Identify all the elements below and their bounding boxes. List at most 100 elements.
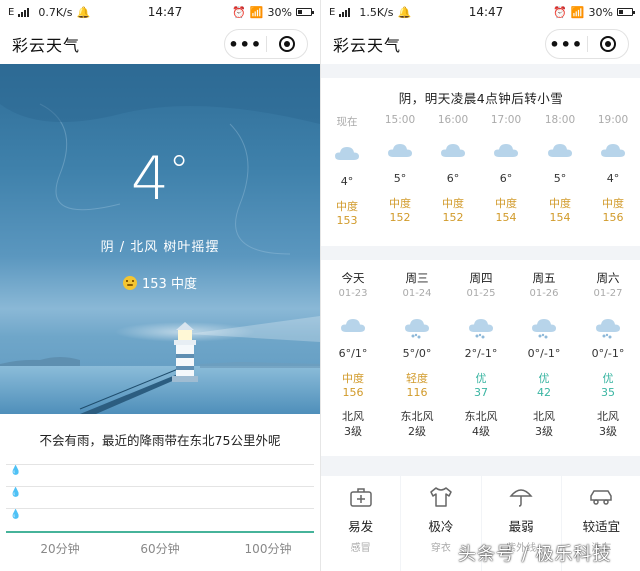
day-date: 01-25 bbox=[466, 288, 496, 299]
life-index-value: 较适宜 bbox=[582, 519, 621, 534]
hour-aqi-value: 154 bbox=[549, 211, 571, 224]
hour-aqi-value: 154 bbox=[495, 211, 517, 224]
cloud-icon bbox=[600, 142, 626, 158]
day-aqi-level: 中度 bbox=[342, 372, 364, 385]
day-aqi-level: 优 bbox=[602, 372, 614, 385]
hourly-summary: 阴，明天凌晨4点钟后转小雪 bbox=[398, 91, 564, 106]
day-wind-direction: 东北风 bbox=[464, 410, 498, 423]
daily-item[interactable]: 周六 01-27 0°/-1° 优 35 北风 3级 bbox=[582, 270, 634, 439]
aqi-indicator[interactable]: 153 中度 bbox=[0, 273, 320, 292]
x-axis-tick-label: 100分钟 bbox=[244, 542, 292, 556]
car-icon bbox=[562, 486, 640, 508]
weather-hero: 4° 阴 / 北风 树叶摇摆 153 中度 bbox=[0, 64, 320, 414]
day-aqi-value: 116 bbox=[406, 386, 428, 399]
network-speed: 0.7K/s bbox=[38, 5, 73, 19]
weather-condition: 阴 / 北风 树叶摇摆 bbox=[100, 240, 220, 255]
alarm-icon: ⏰ bbox=[553, 5, 567, 19]
clock: 14:47 bbox=[147, 5, 183, 19]
daily-item[interactable]: 周四 01-25 2°/-1° 优 37 东北风 4级 bbox=[455, 270, 507, 439]
day-wind-level: 3级 bbox=[599, 425, 617, 438]
wifi-icon: 📶 bbox=[249, 5, 264, 19]
day-wind-level: 4级 bbox=[472, 425, 490, 438]
daily-item[interactable]: 周五 01-26 0°/-1° 优 42 北风 3级 bbox=[518, 270, 570, 439]
day-wind-level: 3级 bbox=[535, 425, 553, 438]
app-title: 彩云天气 bbox=[12, 36, 81, 55]
hour-aqi-value: 153 bbox=[336, 214, 358, 227]
day-aqi-value: 42 bbox=[537, 386, 551, 399]
snow-cloud-icon bbox=[595, 317, 621, 339]
notification-icon: 🔔 bbox=[76, 5, 91, 19]
hour-label: 现在 bbox=[336, 116, 358, 128]
alarm-icon: ⏰ bbox=[232, 5, 246, 19]
notification-icon: 🔔 bbox=[397, 5, 412, 19]
daily-item[interactable]: 周三 01-24 5°/0° 轻度 116 东北风 2级 bbox=[391, 270, 443, 439]
day-date: 01-23 bbox=[338, 288, 368, 299]
close-button[interactable] bbox=[588, 36, 629, 52]
cloud-icon bbox=[493, 142, 519, 158]
day-name: 周四 bbox=[469, 271, 493, 285]
network-type-label: E bbox=[8, 6, 15, 18]
snow-cloud-icon bbox=[468, 317, 494, 339]
clock: 14:47 bbox=[468, 5, 504, 19]
battery-percent: 30% bbox=[267, 5, 292, 19]
cloud-icon bbox=[440, 142, 466, 158]
aqi-face-icon bbox=[123, 275, 138, 290]
day-name: 周五 bbox=[532, 271, 556, 285]
x-axis-tick-label: 20分钟 bbox=[40, 542, 80, 556]
day-temperature-range: 0°/-1° bbox=[527, 347, 561, 360]
cloud-icon bbox=[387, 142, 413, 158]
rain-forecast-message: 不会有雨，最近的降雨带在东北75公里外呢 bbox=[39, 433, 281, 448]
hour-label: 17:00 bbox=[490, 114, 522, 126]
watermark: 头条号 / 极乐科技 bbox=[458, 544, 612, 565]
day-date: 01-24 bbox=[402, 288, 432, 299]
signal-icon bbox=[339, 7, 351, 17]
day-temperature-range: 6°/1° bbox=[338, 347, 368, 360]
life-index-card[interactable]: 易发 感冒 bbox=[321, 476, 401, 571]
close-icon bbox=[278, 36, 295, 52]
hour-aqi-value: 156 bbox=[602, 211, 624, 224]
day-aqi-value: 156 bbox=[342, 386, 364, 399]
day-temperature-range: 2°/-1° bbox=[464, 347, 498, 360]
status-bar: E 0.7K/s 🔔 14:47 ⏰ 📶 30% bbox=[0, 0, 320, 24]
battery-percent: 30% bbox=[588, 5, 613, 19]
hour-temperature: 4° bbox=[340, 175, 354, 188]
daily-item[interactable]: 今天 01-23 6°/1° 中度 156 北风 3级 bbox=[327, 270, 379, 439]
heavy-rain-icon: 💧 bbox=[10, 466, 22, 476]
rain-chart: 💧 💧 💧 20分钟 60分钟 100分钟 bbox=[0, 458, 320, 571]
day-aqi-level: 轻度 bbox=[406, 372, 428, 385]
grid-line bbox=[6, 508, 314, 509]
hour-aqi-level: 中度 bbox=[495, 197, 517, 210]
life-index-value: 易发 bbox=[348, 519, 374, 534]
umbrella-icon bbox=[482, 486, 561, 508]
wifi-icon: 📶 bbox=[570, 5, 585, 19]
hour-aqi-level: 中度 bbox=[336, 200, 358, 213]
day-wind-level: 2级 bbox=[408, 425, 426, 438]
hour-aqi-level: 中度 bbox=[549, 197, 571, 210]
cloud-icon bbox=[547, 142, 573, 158]
day-aqi-value: 35 bbox=[601, 386, 615, 399]
hour-aqi-level: 中度 bbox=[389, 197, 411, 210]
network-speed: 1.5K/s bbox=[359, 5, 394, 19]
degree-symbol: ° bbox=[169, 148, 190, 194]
rain-chart-x-axis: 20分钟 60分钟 100分钟 bbox=[0, 540, 320, 560]
battery-icon bbox=[296, 8, 314, 16]
day-wind-direction: 北风 bbox=[342, 410, 364, 423]
hourly-item: 18:00 5° 中度 154 bbox=[534, 114, 586, 224]
left-screen: E 0.7K/s 🔔 14:47 ⏰ 📶 30% 彩云天气 ••• 4° 阴 /… bbox=[0, 0, 320, 571]
close-icon bbox=[599, 36, 616, 52]
hour-aqi-level: 中度 bbox=[442, 197, 464, 210]
nav-bar: 彩云天气 ••• bbox=[0, 24, 320, 64]
day-wind-level: 3级 bbox=[344, 425, 362, 438]
grid-line bbox=[6, 464, 314, 465]
day-aqi-level: 优 bbox=[538, 372, 550, 385]
hour-label: 15:00 bbox=[384, 114, 416, 126]
close-button[interactable] bbox=[267, 36, 308, 52]
life-index-name: 感冒 bbox=[350, 543, 371, 554]
hourly-item: 16:00 6° 中度 152 bbox=[427, 114, 479, 224]
more-menu-button[interactable]: ••• bbox=[546, 35, 587, 54]
more-menu-button[interactable]: ••• bbox=[225, 35, 266, 54]
day-temperature-range: 0°/-1° bbox=[591, 347, 625, 360]
day-aqi-level: 优 bbox=[475, 372, 487, 385]
mini-program-capsule: ••• bbox=[224, 29, 308, 59]
hour-temperature: 4° bbox=[606, 172, 620, 185]
